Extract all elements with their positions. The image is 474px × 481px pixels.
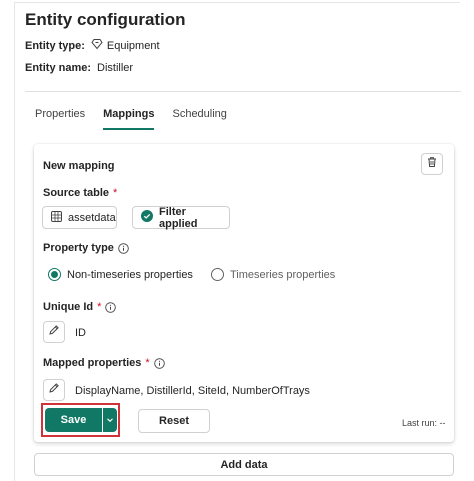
entity-name-label: Entity name:: [25, 62, 92, 74]
tab-scheduling[interactable]: Scheduling: [172, 108, 226, 130]
edit-mapped-properties-button[interactable]: [43, 379, 65, 401]
info-icon[interactable]: [153, 357, 165, 369]
entity-configuration-panel: Entity configuration Entity type: Equipm…: [0, 0, 474, 481]
delete-mapping-button[interactable]: [421, 153, 443, 175]
equipment-icon: [91, 38, 103, 53]
property-type-label-row: Property type: [43, 242, 129, 254]
source-table-chip[interactable]: assetdata: [42, 206, 117, 229]
mapped-properties-label-row: Mapped properties *: [43, 357, 165, 369]
tab-mappings[interactable]: Mappings: [103, 108, 155, 130]
required-marker: *: [97, 301, 102, 313]
save-button[interactable]: Save: [45, 408, 102, 432]
info-icon[interactable]: [118, 242, 129, 254]
entity-name-value: Distiller: [97, 62, 134, 74]
new-mapping-card: New mapping Source table * assetdata Fil…: [34, 144, 454, 442]
filter-applied-label: Filter applied: [159, 205, 198, 230]
radio-timeseries[interactable]: [210, 268, 224, 281]
header-divider: [25, 91, 461, 92]
info-icon[interactable]: [105, 301, 117, 313]
mapped-properties-value: DisplayName, DistillerId, SiteId, Number…: [75, 385, 310, 397]
source-table-label: Source table: [43, 187, 110, 199]
unique-id-label-row: Unique Id *: [43, 301, 117, 313]
pencil-icon: [48, 381, 60, 399]
source-table-label-row: Source table *: [43, 187, 117, 199]
source-table-value: assetdata: [68, 211, 116, 224]
mapped-properties-label: Mapped properties: [43, 357, 142, 369]
pencil-icon: [48, 323, 60, 341]
radio-timeseries-label[interactable]: Timeseries properties: [230, 269, 335, 281]
tab-list: Properties Mappings Scheduling: [35, 108, 227, 130]
tab-properties[interactable]: Properties: [35, 108, 85, 130]
trash-icon: [426, 155, 438, 173]
card-title: New mapping: [43, 160, 115, 172]
entity-type-value: Equipment: [106, 39, 160, 52]
save-dropdown-button[interactable]: [103, 408, 117, 432]
entity-type-row: Entity type: Equipment: [25, 38, 160, 53]
required-marker: *: [113, 187, 118, 199]
reset-button[interactable]: Reset: [138, 409, 210, 433]
required-marker: *: [145, 357, 150, 369]
property-type-radio-group: Non-timeseries properties Timeseries pro…: [48, 268, 347, 281]
check-circle-icon: [141, 210, 153, 225]
filter-applied-button[interactable]: Filter applied: [132, 205, 230, 230]
entity-name-row: Entity name: Distiller: [25, 62, 133, 74]
last-run-status: Last run: --: [402, 418, 446, 428]
unique-id-label: Unique Id: [43, 301, 94, 313]
add-data-button[interactable]: Add data: [34, 453, 454, 476]
property-type-label: Property type: [43, 242, 114, 254]
radio-non-timeseries-label[interactable]: Non-timeseries properties: [67, 269, 193, 281]
radio-non-timeseries[interactable]: [48, 268, 61, 281]
chevron-down-icon: [106, 411, 114, 429]
entity-type-label: Entity type:: [25, 39, 85, 52]
unique-id-value: ID: [75, 327, 86, 339]
page-title: Entity configuration: [25, 10, 186, 29]
panel-top-border: [14, 2, 460, 3]
panel-left-border: [14, 2, 15, 481]
edit-unique-id-button[interactable]: [43, 321, 65, 343]
table-grid-icon: [51, 210, 62, 225]
